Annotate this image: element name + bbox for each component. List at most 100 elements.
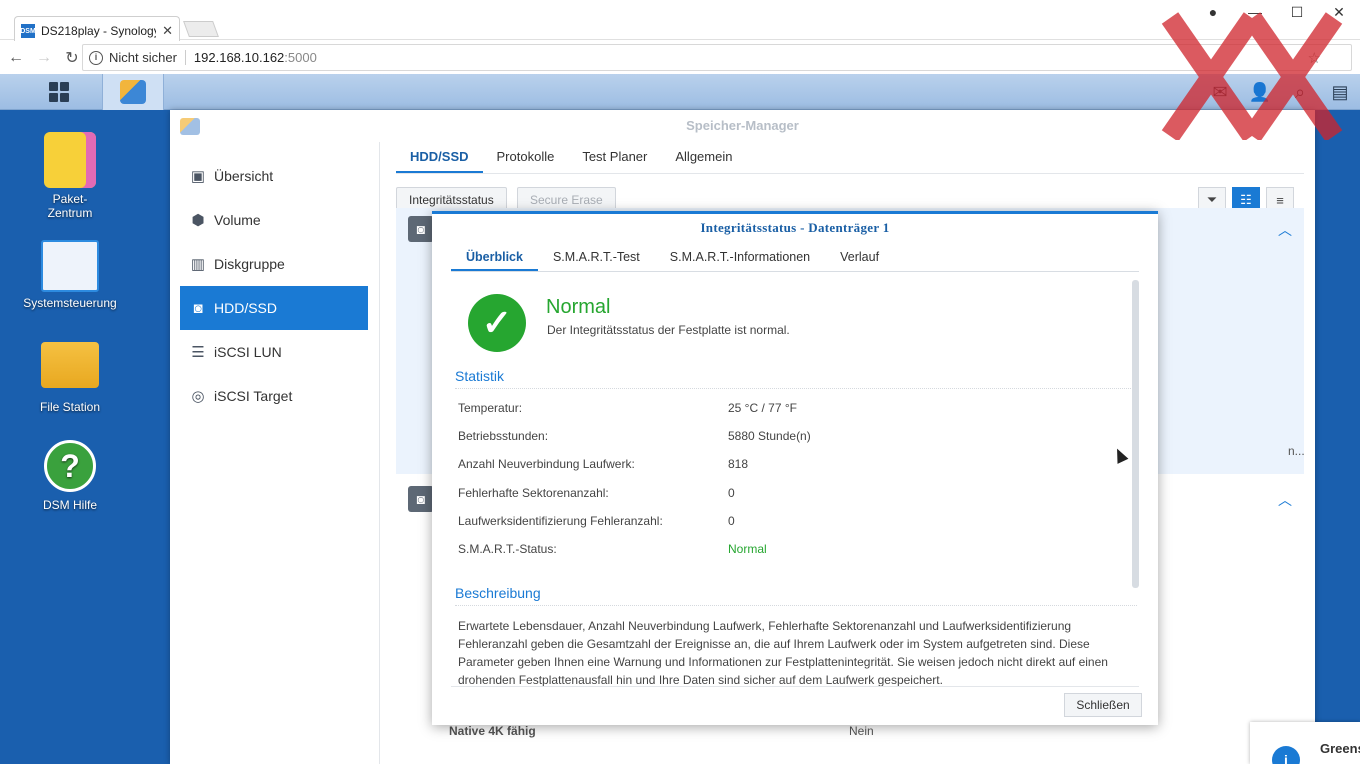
close-tab-icon[interactable]: ✕ [162,23,173,39]
forward-icon[interactable]: → [32,49,56,67]
hdd-icon: ◙ [193,299,203,317]
sidebar-item-label: Übersicht [214,168,274,184]
tab-smart-info[interactable]: S.M.A.R.T.-Informationen [655,244,825,271]
package-center-icon [44,132,96,188]
stat-value: 25 °C / 77 °F [728,401,797,415]
tab-protokolle[interactable]: Protokolle [483,142,569,173]
stat-row: S.M.A.R.T.-Status: Normal [458,542,1118,562]
desktop-icon-dsm-help[interactable]: ? DSM Hilfe [10,440,130,512]
back-icon[interactable]: ← [4,49,28,67]
storage-manager-icon [180,118,200,135]
browser-toolbar: ← → ↻ i Nicht sicher 192.168.10.162 :500… [0,41,1360,74]
sidebar: ▣ Übersicht ⬢ Volume ▥ Diskgruppe ◙ HDD/… [170,142,380,764]
stat-label: Temperatur: [458,401,523,415]
dsm-taskbar: ✉ 👤 ⌕ ▤ [0,74,1360,110]
sidebar-item-label: HDD/SSD [214,300,278,316]
stat-value: 0 [728,514,735,528]
sidebar-item-iscsi-lun[interactable]: ☰ iSCSI LUN [180,330,368,374]
hdd-icon: ◙ [408,486,434,512]
stat-row: Betriebsstunden: 5880 Stunde(n) [458,429,1118,449]
stat-row: Laufwerksidentifizierung Fehleranzahl: 0 [458,514,1118,534]
url-port: :5000 [284,50,317,65]
dialog-body: ✓ Normal Der Integritätsstatus der Festp… [451,280,1139,686]
new-tab-button[interactable] [183,21,219,37]
stat-value: 818 [728,457,749,471]
overview-icon: ▣ [190,168,206,185]
stats-heading: Statistik [455,368,1137,389]
file-station-icon [41,342,99,388]
desktop-icon-file-station[interactable]: File Station [10,342,130,414]
sidebar-item-iscsi-target[interactable]: ◎ iSCSI Target [180,374,368,418]
desktop-icon-label: Paket- Zentrum [47,192,93,220]
tab-overview[interactable]: Überblick [451,244,538,271]
sidebar-item-label: Diskgruppe [214,256,285,272]
info-icon: i [1272,746,1300,764]
taskbar-storage-manager[interactable] [102,74,164,110]
tab-hdd-ssd[interactable]: HDD/SSD [396,142,483,173]
dsm-favicon-icon: DSM [20,24,36,38]
row-label: Native 4K fähig [449,724,536,738]
status-title: Normal [546,296,611,318]
security-label: Nicht sicher [109,50,186,65]
desktop-icon-package-center[interactable]: Paket- Zentrum [10,132,130,220]
stat-label: Betriebsstunden: [458,429,549,443]
stat-row: Temperatur: 25 °C / 77 °F [458,401,1118,421]
tab-allgemein[interactable]: Allgemein [661,142,746,173]
stat-label: Anzahl Neuverbindung Laufwerk: [458,457,635,471]
browser-tab[interactable]: DSM DS218play - Synology D ✕ [14,16,180,41]
main-menu-icon [49,82,69,102]
stat-label: S.M.A.R.T.-Status: [458,542,557,556]
sidebar-item-volume[interactable]: ⬢ Volume [180,198,368,242]
truncated-text: n... [1288,444,1305,458]
notification-toast[interactable]: i Greens [1250,722,1360,764]
sidebar-item-overview[interactable]: ▣ Übersicht [180,154,368,198]
tab-history[interactable]: Verlauf [825,244,894,271]
stat-value: 5880 Stunde(n) [728,429,811,443]
notification-text: Greens [1320,741,1360,756]
integrity-status-dialog: Integritätsstatus - Datenträger 1 Überbl… [432,211,1158,725]
reload-icon[interactable]: ↻ [60,48,84,68]
url-host: 192.168.10.162 [193,50,285,65]
desktop-icon-label: File Station [39,400,101,414]
iscsi-target-icon: ◎ [191,388,205,405]
stat-label: Fehlerhafte Sektorenanzahl: [458,486,609,500]
dialog-scrollbar[interactable] [1132,280,1139,588]
stat-value: 0 [728,486,735,500]
watermark-logo [1161,12,1343,140]
main-tabs: HDD/SSD Protokolle Test Planer Allgemein [396,142,1304,174]
stat-row: Anzahl Neuverbindung Laufwerk: 818 [458,457,1118,477]
sidebar-item-diskgroup[interactable]: ▥ Diskgruppe [180,242,368,286]
sidebar-item-hdd-ssd[interactable]: ◙ HDD/SSD [180,286,368,330]
collapse-chevron-icon[interactable]: ︿ [1278,220,1292,240]
collapse-chevron-icon[interactable]: ︿ [1278,490,1292,510]
help-icon: ? [44,440,96,492]
tab-strip: DSM DS218play - Synology D ✕ ● — ☐ ✕ [0,0,1360,41]
dialog-tabs: Überblick S.M.A.R.T.-Test S.M.A.R.T.-Inf… [451,244,1139,272]
tab-smart-test[interactable]: S.M.A.R.T.-Test [538,244,655,271]
sidebar-item-label: iSCSI LUN [214,344,282,360]
description-heading: Beschreibung [455,585,1137,606]
checkmark-icon: ✓ [468,294,526,352]
control-panel-icon [41,240,99,292]
smart-status-value: Normal [728,542,767,556]
diskgroup-icon: ▥ [190,256,206,273]
desktop-icon-label: DSM Hilfe [42,498,97,512]
close-button[interactable]: Schließen [1064,693,1142,717]
dialog-title: Integritätsstatus - Datenträger 1 [700,220,890,235]
desktop-icon-control-panel[interactable]: Systemsteuerung [10,240,130,310]
tab-test-planer[interactable]: Test Planer [568,142,661,173]
status-text: Der Integritätsstatus der Festplatte ist… [547,323,790,337]
iscsi-lun-icon: ☰ [191,344,205,361]
stat-row: Fehlerhafte Sektorenanzahl: 0 [458,486,1118,506]
main-menu-button[interactable] [28,74,90,110]
desktop-icon-label: Systemsteuerung [23,296,117,310]
sidebar-item-label: Volume [214,212,261,228]
row-value: Nein [849,724,874,738]
dialog-footer [451,686,1139,687]
info-icon[interactable]: i [89,50,103,65]
tab-title: DS218play - Synology D [41,24,157,38]
sidebar-item-label: iSCSI Target [214,388,293,404]
browser-chrome: DSM DS218play - Synology D ✕ ● — ☐ ✕ ← →… [0,0,1360,74]
window-title-bar[interactable]: Speicher-Manager [170,110,1315,142]
stat-label: Laufwerksidentifizierung Fehleranzahl: [458,514,663,528]
